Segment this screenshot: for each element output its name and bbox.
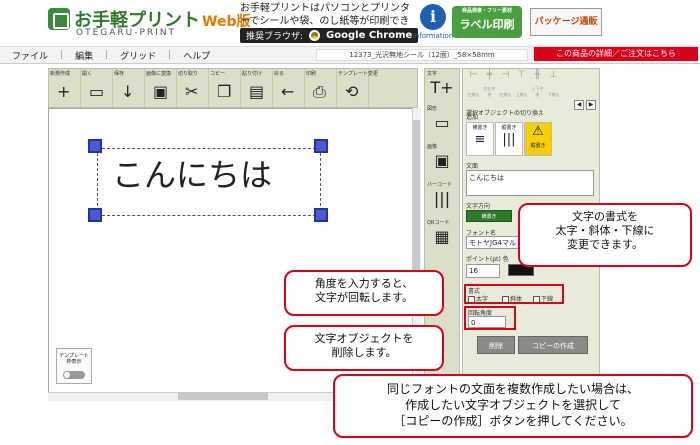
barcode-icon: ||| (433, 189, 451, 208)
delete-button[interactable]: 削除 (477, 336, 515, 354)
package-shop-logo[interactable]: パッケージ通販 (530, 8, 602, 36)
logo-icon (48, 8, 70, 30)
menu-help[interactable]: ヘルプ (171, 49, 222, 62)
new-button[interactable]: 新規作成 + (49, 69, 81, 107)
cut-button[interactable]: 切り取り ✂ (177, 69, 209, 107)
next-object-button[interactable]: ▶ (586, 100, 596, 110)
direction-label: 文字方向 (466, 203, 491, 210)
template-frame-toggle[interactable]: テンプレート枠表示 (56, 348, 92, 384)
align-top-button[interactable]: ⊤ 上揃え (514, 70, 529, 98)
resize-handle-top-right[interactable] (314, 139, 328, 153)
add-horizontal-button[interactable]: 横書き ≡ (466, 122, 494, 156)
change-template-button[interactable]: テンプレート変更 ⟲ (337, 69, 378, 107)
undo-button[interactable]: 戻る ← (273, 69, 305, 107)
new-icon: + (57, 82, 71, 101)
align-right-button[interactable]: ⊣ 右揃え (498, 70, 513, 98)
menu-file[interactable]: ファイル (0, 49, 60, 62)
create-copy-button[interactable]: コピーの作成 (518, 336, 588, 354)
scissors-icon: ✂ (185, 82, 199, 101)
qrcode-icon: ▦ (434, 227, 450, 246)
align-buttons: ⊢ 左揃え ╪ 左右中央 ⊣ 右揃え ⊤ 上揃え ╫ 上下中央 ⊥ 下揃え (466, 70, 596, 100)
align-left-button[interactable]: ⊢ 左揃え (466, 70, 481, 98)
align-hcenter-button[interactable]: ╪ 左右中央 (482, 70, 497, 98)
horizontal-scroll-thumb[interactable] (178, 393, 268, 400)
copy-button[interactable]: コピー ❐ (209, 69, 241, 107)
menu-edit[interactable]: 編集 (63, 49, 105, 62)
callout-style: 文字の書式を 太字・斜体・下線に 変更できます。 (518, 203, 692, 267)
shape-icon: ▭ (434, 113, 450, 132)
label-print-logo[interactable]: 商品検索・フリー素材 ラベル印刷 (452, 6, 522, 38)
resize-handle-top-left[interactable] (88, 139, 102, 153)
image-icon: ▣ (434, 151, 450, 170)
add-label: 追加 (466, 114, 479, 121)
convert-image-button[interactable]: 画像に変換 ▣ (145, 69, 177, 107)
vertical-scroll-thumb[interactable] (413, 120, 420, 270)
align-bottom-button[interactable]: ⊥ 下揃え (546, 70, 561, 98)
information-icon[interactable]: i (420, 4, 446, 30)
callout-copy: 同じフォントの文面を複数作成したい場合は、 作成したい文字オブジェクトを選択して… (333, 374, 693, 438)
add-shape-tool[interactable]: 図形 ▭ (425, 105, 459, 134)
text-content-label: 文面 (466, 163, 479, 170)
add-vertical-warning-button[interactable]: ⚠ 縦書き (524, 122, 552, 156)
add-image-tool[interactable]: 画像 ▣ (425, 143, 459, 172)
save-button[interactable]: 保存 ↓ (113, 69, 145, 107)
image-icon: ▣ (153, 82, 169, 101)
vertical-lines-icon: ||| (502, 132, 516, 147)
paste-icon: ▤ (249, 82, 265, 101)
copy-icon: ❐ (217, 82, 232, 101)
add-text-tool[interactable]: 文字 T+ (425, 70, 459, 99)
callout-rotation: 角度を入力すると、 文字が回転します。 (284, 270, 444, 316)
point-color-label: ポイント(pt) 色 (466, 256, 509, 263)
align-vcenter-button[interactable]: ╫ 上下中央 (530, 70, 545, 98)
warning-icon: ⚠ (532, 124, 544, 139)
open-button[interactable]: 開く ▭ (81, 69, 113, 107)
font-select[interactable]: モトヤJG4マル (466, 236, 524, 249)
direction-horizontal-button[interactable]: 横書き (466, 210, 512, 222)
resize-handle-bottom-left[interactable] (88, 208, 102, 222)
main-toolbar: 新規作成 + 開く ▭ 保存 ↓ 画像に変換 ▣ 切り取り ✂ コピー ❐ 貼り付け ▤ 戻る… (48, 68, 418, 108)
callout-delete: 文字オブジェクトを 削除します。 (284, 325, 444, 371)
prev-object-button[interactable]: ◀ (574, 100, 584, 110)
add-barcode-tool[interactable]: バーコード ||| (425, 181, 459, 210)
recommended-browser: 推奨ブラウザ: Google Chrome (240, 28, 419, 43)
menu-grid[interactable]: グリッド (108, 49, 168, 62)
add-qrcode-tool[interactable]: QRコード ▦ (425, 219, 459, 248)
arrow-left-icon: ← (281, 82, 295, 101)
print-button[interactable]: 印刷 ⎙ (305, 69, 337, 107)
canvas-text[interactable]: こんにちは (112, 150, 272, 196)
paste-button[interactable]: 貼り付け ▤ (241, 69, 273, 107)
resize-handle-bottom-right[interactable] (314, 208, 328, 222)
rotation-highlight (464, 306, 516, 330)
text-content-input[interactable]: こんにちは (466, 170, 594, 196)
folder-icon: ▭ (89, 82, 105, 101)
printer-icon: ⎙ (313, 82, 326, 101)
chrome-icon (309, 30, 321, 41)
document-name: 12373_光沢無地シール（12面）_58×58mm (316, 49, 528, 61)
horizontal-lines-icon: ≡ (474, 132, 486, 147)
logo-subtitle: OTEGARU-PRINT (76, 28, 177, 38)
object-switch-row: 選択オブジェクトの切り換え ◀ ▶ (466, 100, 598, 117)
download-icon: ↓ (121, 82, 135, 101)
add-direction-buttons: 横書き ≡ 縦書き ||| ⚠ 縦書き (466, 122, 552, 156)
toggle-switch-icon[interactable] (63, 371, 85, 379)
text-add-icon: T+ (430, 78, 454, 97)
style-highlight (464, 284, 564, 304)
refresh-icon: ⟲ (345, 82, 359, 101)
point-size-input[interactable]: 16 (466, 264, 500, 278)
product-detail-button[interactable]: この商品の詳細／ご注文はこちら (534, 47, 698, 61)
add-vertical-button[interactable]: 縦書き ||| (495, 122, 523, 156)
